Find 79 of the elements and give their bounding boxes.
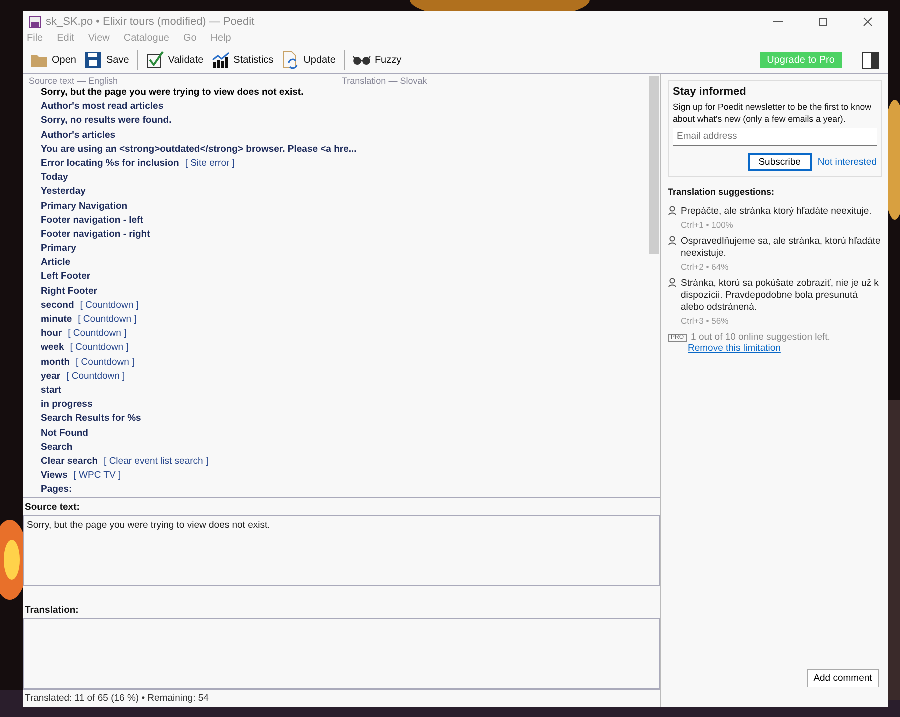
- suggestions-title: Translation suggestions:: [668, 187, 776, 197]
- toolbar-button[interactable]: Statistics: [208, 48, 277, 72]
- source-string[interactable]: Search Results for %s: [41, 413, 142, 424]
- source-string[interactable]: Not Found: [41, 428, 88, 438]
- context-label: [ Clear event list search ]: [104, 456, 209, 467]
- context-label: [ Countdown ]: [80, 300, 139, 311]
- glasses-icon: [352, 56, 371, 64]
- person-icon: [668, 278, 677, 288]
- source-string[interactable]: Right Footer: [41, 286, 98, 297]
- bar-chart-icon: [212, 51, 230, 69]
- source-label: Source text:: [23, 498, 660, 516]
- source-string[interactable]: hour: [41, 328, 62, 340]
- source-string[interactable]: Yesterday: [41, 186, 86, 198]
- document-sync-icon: [282, 51, 300, 69]
- source-string[interactable]: start: [41, 384, 62, 396]
- source-string[interactable]: year: [41, 370, 61, 382]
- source-string[interactable]: Search: [41, 442, 73, 453]
- toolbar-button[interactable]: Validate: [143, 48, 207, 72]
- suggestion-shortcut: Ctrl+2 • 64%: [681, 262, 730, 272]
- source-string[interactable]: Article: [41, 257, 71, 268]
- source-string[interactable]: Views: [41, 470, 68, 482]
- source-string[interactable]: You are using an <strong>outdated</strong> browser. Please <a hre...: [41, 144, 357, 155]
- remove-limitation-link[interactable]: Remove this limitation: [688, 343, 882, 354]
- source-text-box: Sorry, but the page you were trying to view does not exist.: [23, 516, 660, 586]
- suggestion-text[interactable]: Stránka, ktorú sa pokúšate zobraziť, nie je už k dispozícii. Pravdepodobne bola presunutá alebo odstránená.: [681, 278, 882, 314]
- email-field[interactable]: Email address: [673, 128, 877, 146]
- column-header: Source text — English: [29, 76, 120, 86]
- window-title: sk_SK.po • Elixir tours (modified) — Poedit: [46, 16, 256, 28]
- newsletter-text: Sign up for Poedit newsletter to be the first to know about what's new (only a few emails a year).: [673, 101, 873, 125]
- suggestion-text[interactable]: Prepáčte, ale stránka ktorý hľadáte neexituje.: [681, 206, 872, 218]
- translation-field[interactable]: [23, 619, 660, 689]
- translation-label: Translation:: [23, 601, 660, 620]
- context-label: [ Site error ]: [185, 158, 235, 169]
- source-string[interactable]: Author's articles: [41, 130, 116, 141]
- source-string[interactable]: Footer navigation - right: [41, 228, 150, 240]
- source-string[interactable]: Sorry, but the page you were trying to view does not exist.: [41, 87, 304, 98]
- toolbar-button[interactable]: Save: [81, 48, 132, 72]
- limit-text: 1 out of 10 online suggestion left.: [691, 332, 830, 343]
- source-string[interactable]: Pages:: [41, 484, 72, 496]
- close-icon: [863, 17, 873, 27]
- sidebar-toggle-button[interactable]: [862, 52, 879, 68]
- column-header: Translation — Slovak: [342, 76, 428, 86]
- context-label: [ Countdown ]: [68, 328, 127, 340]
- source-string[interactable]: Primary Navigation: [41, 200, 128, 212]
- not-interested-link[interactable]: Not interested: [818, 156, 877, 168]
- source-string[interactable]: Error locating %s for inclusion: [41, 158, 180, 169]
- context-label: [ Countdown ]: [66, 370, 126, 382]
- context-label: [ Countdown ]: [78, 314, 137, 325]
- source-string[interactable]: minute: [41, 314, 72, 325]
- source-string[interactable]: Sorry, no results were found.: [41, 115, 172, 126]
- context-label: [ WPC TV ]: [74, 470, 122, 482]
- source-string[interactable]: week: [41, 342, 64, 354]
- toolbar-button[interactable]: Update: [278, 48, 339, 72]
- source-string[interactable]: in progress: [41, 399, 93, 410]
- suggestion-shortcut: Ctrl+1 • 100%: [681, 220, 734, 230]
- source-string[interactable]: Clear search: [41, 456, 98, 467]
- source-string[interactable]: Primary: [41, 243, 76, 254]
- context-label: [ Countdown ]: [70, 342, 129, 354]
- maximize-icon: [818, 17, 828, 27]
- checkbox-icon: [146, 51, 164, 69]
- add-comment-button[interactable]: Add comment: [807, 669, 879, 687]
- source-string[interactable]: Left Footer: [41, 271, 91, 282]
- toolbar-button[interactable]: Open: [27, 48, 80, 72]
- context-label: [ Countdown ]: [76, 356, 135, 368]
- card-title: Stay informed: [673, 86, 748, 98]
- source-string[interactable]: Footer navigation - left: [41, 214, 144, 226]
- suggestion-text[interactable]: Ospravedlňujeme sa, ale stránka, ktorú hľadáte neexistuje.: [681, 236, 882, 260]
- toolbar-button[interactable]: Fuzzy: [350, 48, 405, 72]
- person-icon: [668, 236, 677, 246]
- source-string[interactable]: month: [41, 356, 70, 368]
- app-icon: [29, 16, 41, 28]
- status-bar: Translated: 11 of 65 (16 %) • Remaining: 54: [23, 689, 660, 707]
- source-string[interactable]: Author's most read articles: [41, 101, 164, 112]
- suggestion-shortcut: Ctrl+3 • 56%: [681, 316, 730, 326]
- person-icon: [668, 206, 677, 216]
- source-string[interactable]: Today: [41, 172, 68, 184]
- source-string[interactable]: second: [41, 300, 74, 311]
- minimize-icon: [773, 21, 783, 23]
- subscribe-button[interactable]: Subscribe: [748, 153, 812, 171]
